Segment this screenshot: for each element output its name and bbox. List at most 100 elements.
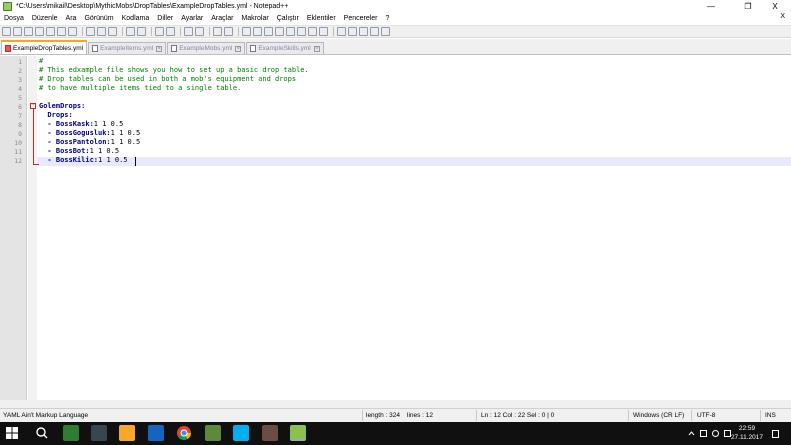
search-icon[interactable] <box>34 425 50 441</box>
maximize-button[interactable]: ❐ <box>733 0 763 13</box>
menu-araclar[interactable]: Araçlar <box>207 15 237 22</box>
sync-horizontal-icon[interactable] <box>224 27 233 36</box>
cut-icon[interactable] <box>86 27 95 36</box>
file-explorer-icon[interactable] <box>119 425 135 441</box>
menu-gorunum[interactable]: Görünüm <box>80 15 117 22</box>
tab-exampledroptables[interactable]: ExampleDropTables.yml <box>1 40 88 54</box>
status-divider <box>760 410 761 421</box>
tab-label: ExampleSkills.yml <box>258 45 311 52</box>
language-icon[interactable] <box>275 27 284 36</box>
line-number: 8 <box>18 121 22 129</box>
tab-exampleitems[interactable]: ExampleItems.yml × <box>88 42 167 54</box>
code-line: - BossBot:1 1 0.5 <box>39 147 119 155</box>
doc-map-icon[interactable] <box>286 27 295 36</box>
close-button[interactable]: X <box>760 0 790 13</box>
monitoring-icon[interactable] <box>319 27 328 36</box>
tab-examplemobs[interactable]: ExampleMobs.yml × <box>167 42 246 54</box>
menu-eklentiler[interactable]: Eklentiler <box>303 15 340 22</box>
menu-pencereler[interactable]: Pencereler <box>340 15 382 22</box>
save-macro-icon[interactable] <box>381 27 390 36</box>
editor-area[interactable]: 1 2 3 4 5 6 7 8 9 10 11 12 − # # This ed… <box>0 56 791 408</box>
close-icon[interactable] <box>46 27 55 36</box>
camtasia-icon[interactable] <box>63 425 79 441</box>
menu-help[interactable]: ? <box>382 15 394 22</box>
keyboard-icon[interactable] <box>724 430 731 437</box>
close-tab-icon[interactable]: × <box>156 45 163 52</box>
notification-icon[interactable] <box>772 430 779 438</box>
close-all-icon[interactable] <box>57 27 66 36</box>
skype-icon[interactable] <box>233 425 249 441</box>
zoom-out-icon[interactable] <box>195 27 204 36</box>
save-icon[interactable] <box>24 27 33 36</box>
undo-icon[interactable] <box>126 27 135 36</box>
stop-macro-icon[interactable] <box>348 27 357 36</box>
toolbar-separator <box>82 27 83 36</box>
pen-tool-icon[interactable] <box>91 425 107 441</box>
code-line: # Drop tables can be used in both a mob'… <box>39 75 297 83</box>
clock-date: 27.11.2017 <box>730 434 763 441</box>
open-file-icon[interactable] <box>13 27 22 36</box>
save-all-icon[interactable] <box>35 27 44 36</box>
tab-label: ExampleMobs.yml <box>179 45 233 52</box>
tab-exampleskills[interactable]: ExampleSkills.yml × <box>246 42 324 54</box>
line-number: 1 <box>18 58 22 66</box>
menu-duzenle[interactable]: Düzenle <box>28 15 62 22</box>
menu-ayarlar[interactable]: Ayarlar <box>177 15 207 22</box>
status-encoding: UTF-8 <box>697 412 716 419</box>
code-line: - BossKilic:1 1 0.5 <box>39 156 128 164</box>
copy-icon[interactable] <box>97 27 106 36</box>
notepadpp-taskbar-icon[interactable] <box>290 425 306 441</box>
edge-icon[interactable] <box>148 425 164 441</box>
line-number: 5 <box>18 94 22 102</box>
word-wrap-icon[interactable] <box>242 27 251 36</box>
minimize-button[interactable]: — <box>696 0 726 13</box>
yaml-value: 1 1 0.5 <box>93 120 124 128</box>
close-document-button[interactable]: X <box>780 13 785 20</box>
menu-makrolar[interactable]: Makrolar <box>237 15 272 22</box>
play-macro-icon[interactable] <box>359 27 368 36</box>
yaml-key: Drops: <box>39 111 73 119</box>
menu-dosya[interactable]: Dosya <box>0 15 28 22</box>
yaml-key: - BossKask: <box>39 120 94 128</box>
replace-icon[interactable] <box>166 27 175 36</box>
code-line: GolemDrops: <box>39 102 85 110</box>
sync-vertical-icon[interactable] <box>213 27 222 36</box>
chevron-up-icon[interactable] <box>688 430 695 437</box>
taskbar-clock[interactable]: 22:59 27.11.2017 <box>731 424 763 442</box>
find-icon[interactable] <box>155 27 164 36</box>
indent-guide-icon[interactable] <box>264 27 273 36</box>
yaml-value: 1 1 0.5 <box>98 156 128 164</box>
close-tab-icon[interactable]: × <box>235 45 242 52</box>
toolbar <box>0 25 791 38</box>
windows-start-icon[interactable] <box>6 427 18 439</box>
horizontal-scrollbar[interactable] <box>0 400 791 408</box>
show-all-chars-icon[interactable] <box>253 27 262 36</box>
status-eol: Windows (CR LF) <box>633 412 685 419</box>
code-line: # to have multiple items tied to a singl… <box>39 84 242 92</box>
menu-diller[interactable]: Diller <box>153 15 177 22</box>
function-list-icon[interactable] <box>297 27 306 36</box>
line-number: 7 <box>18 112 22 120</box>
redo-icon[interactable] <box>137 27 146 36</box>
menu-ara[interactable]: Ara <box>62 15 81 22</box>
chest-app-icon[interactable] <box>262 425 278 441</box>
run-macro-multiple-icon[interactable] <box>370 27 379 36</box>
code-line: # <box>39 57 44 65</box>
chrome-icon[interactable] <box>176 425 192 441</box>
print-icon[interactable] <box>68 27 77 36</box>
minecraft-icon[interactable] <box>205 425 221 441</box>
line-number: 10 <box>14 139 22 147</box>
volume-icon[interactable] <box>712 430 719 437</box>
menu-kodlama[interactable]: Kodlama <box>118 15 154 22</box>
status-divider <box>628 410 629 421</box>
paste-icon[interactable] <box>108 27 117 36</box>
new-file-icon[interactable] <box>2 27 11 36</box>
toolbar-separator <box>180 27 181 36</box>
close-tab-icon[interactable]: × <box>313 45 320 52</box>
record-macro-icon[interactable] <box>337 27 346 36</box>
menu-calistir[interactable]: Çalıştır <box>273 15 303 22</box>
network-icon[interactable] <box>700 430 707 437</box>
folder-workspace-icon[interactable] <box>308 27 317 36</box>
yaml-value: 1 1 0.5 <box>110 138 141 146</box>
zoom-in-icon[interactable] <box>184 27 193 36</box>
